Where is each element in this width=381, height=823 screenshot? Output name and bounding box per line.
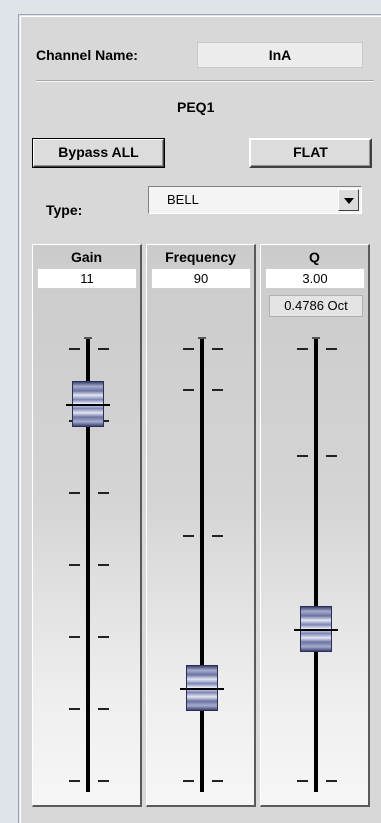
- q-title: Q: [309, 249, 320, 265]
- gain-tick: [98, 348, 109, 350]
- gain-tick: [69, 564, 80, 566]
- frequency-tick: [212, 535, 223, 537]
- gain-title: Gain: [70, 249, 103, 265]
- bypass-all-button[interactable]: Bypass ALL: [32, 138, 165, 168]
- chevron-down-icon[interactable]: [338, 189, 359, 211]
- q-fader-track[interactable]: [314, 337, 318, 792]
- frequency-tick: [212, 348, 223, 350]
- frequency-tick: [183, 389, 194, 391]
- q-tick: [297, 455, 308, 457]
- frequency-value-field[interactable]: 90: [151, 268, 251, 289]
- q-value-field[interactable]: 3.00: [265, 268, 365, 289]
- frequency-tick: [212, 389, 223, 391]
- frequency-fader-knob[interactable]: [180, 665, 224, 711]
- frequency-fader-panel: Frequency 90: [146, 244, 256, 807]
- gain-fader-knob[interactable]: [66, 381, 110, 427]
- frequency-title: Frequency: [165, 249, 236, 265]
- q-fader-panel: Q 3.00 0.4786 Oct: [260, 244, 370, 807]
- gain-knob-line: [66, 404, 110, 406]
- gain-tick: [69, 492, 80, 494]
- type-label: Type:: [46, 202, 83, 218]
- q-tick: [312, 337, 320, 339]
- channel-name-field[interactable]: InA: [197, 42, 363, 68]
- gain-tick: [69, 348, 80, 350]
- frequency-fader-track[interactable]: [200, 337, 204, 792]
- gain-tick: [69, 636, 80, 638]
- section-title: PEQ1: [177, 99, 215, 115]
- frequency-tick: [183, 535, 194, 537]
- channel-name-label: Channel Name:: [36, 47, 138, 63]
- gain-fader-panel: Gain 11: [32, 244, 142, 807]
- frequency-tick: [212, 780, 223, 782]
- gain-tick: [69, 780, 80, 782]
- gain-tick: [84, 337, 92, 339]
- header-divider: [36, 80, 374, 82]
- frequency-tick: [183, 780, 194, 782]
- q-tick: [326, 348, 337, 350]
- gain-tick: [98, 564, 109, 566]
- gain-tick: [98, 708, 109, 710]
- q-fader-knob[interactable]: [294, 606, 338, 652]
- flat-button[interactable]: FLAT: [249, 138, 372, 168]
- q-tick: [326, 455, 337, 457]
- q-octave-readout: 0.4786 Oct: [269, 295, 363, 317]
- filter-type-value: BELL: [167, 192, 199, 207]
- gain-value-field[interactable]: 11: [37, 268, 137, 289]
- gain-tick: [69, 708, 80, 710]
- q-tick: [326, 780, 337, 782]
- gain-tick: [98, 492, 109, 494]
- q-tick: [297, 348, 308, 350]
- filter-type-select[interactable]: BELL: [148, 186, 362, 214]
- frequency-tick: [183, 348, 194, 350]
- frequency-knob-line: [180, 688, 224, 690]
- gain-tick: [98, 780, 109, 782]
- q-tick: [297, 780, 308, 782]
- q-knob-line: [294, 629, 338, 631]
- gain-tick: [98, 636, 109, 638]
- frequency-tick: [198, 337, 206, 339]
